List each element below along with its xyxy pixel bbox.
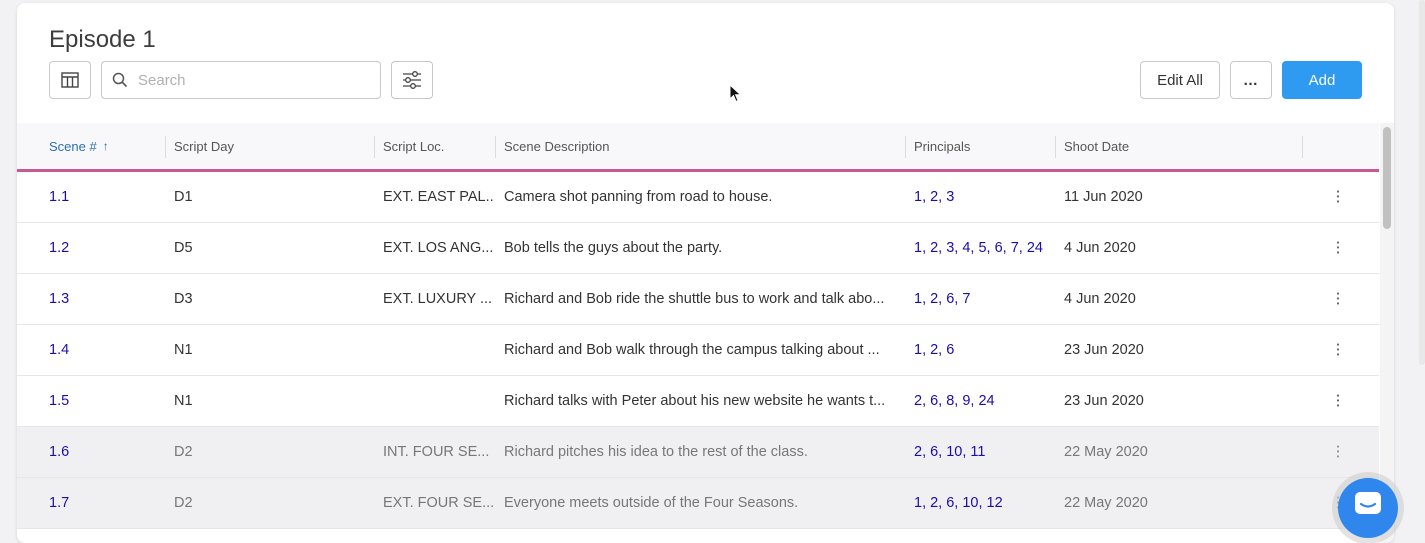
table-row[interactable]: 1.2 D5 EXT. LOS ANG... Bob tells the guy… xyxy=(17,223,1379,274)
table-columns-icon xyxy=(61,72,79,88)
script-loc-cell: EXT. FOUR SE... xyxy=(383,495,493,511)
scene-description-text: Richard and Bob ride the shuttle bus to … xyxy=(504,291,885,307)
column-divider[interactable] xyxy=(905,136,906,158)
script-day-cell: N1 xyxy=(174,342,193,358)
principals-links[interactable]: 1, 2, 6 xyxy=(914,325,1054,375)
column-header-scene-description[interactable]: Scene Description xyxy=(504,123,610,169)
scene-number-link[interactable]: 1.4 xyxy=(49,325,159,375)
shoot-date-cell: 4 Jun 2020 xyxy=(1064,291,1136,307)
scene-description-cell: Bob tells the guys about the party. xyxy=(504,223,896,273)
principals-links[interactable]: 1, 2, 3, 4, 5, 6, 7, 24 xyxy=(914,223,1054,273)
scene-number-link[interactable]: 1.3 xyxy=(49,274,159,324)
script-day-cell: D5 xyxy=(174,240,193,256)
row-menu-icon[interactable]: ⋮ xyxy=(1327,376,1349,426)
table-row[interactable]: 1.6 D2 INT. FOUR SE... Richard pitches h… xyxy=(17,427,1379,478)
column-header-shoot-date[interactable]: Shoot Date xyxy=(1064,123,1129,169)
episode-card: Episode 1 Edit All … Add Scene # xyxy=(17,3,1394,543)
scene-number-link[interactable]: 1.6 xyxy=(49,427,159,477)
scene-number-link[interactable]: 1.2 xyxy=(49,223,159,273)
table-row[interactable]: 1.5 N1 Richard talks with Peter about hi… xyxy=(17,376,1379,427)
sort-ascending-icon: ↑ xyxy=(102,139,109,153)
table-row[interactable]: 1.3 D3 EXT. LUXURY ... Richard and Bob r… xyxy=(17,274,1379,325)
column-header-script-day[interactable]: Script Day xyxy=(174,123,234,169)
scene-description-cell: Everyone meets outside of the Four Seaso… xyxy=(504,478,896,528)
principals-links[interactable]: 1, 2, 3 xyxy=(914,172,1054,222)
column-header-principals[interactable]: Principals xyxy=(914,123,970,169)
script-day-cell: D2 xyxy=(174,444,193,460)
scene-description-text: Bob tells the guys about the party. xyxy=(504,240,723,256)
filter-button[interactable] xyxy=(391,61,433,99)
row-menu-icon[interactable]: ⋮ xyxy=(1327,427,1349,477)
search-field[interactable] xyxy=(101,61,381,99)
shoot-date-cell: 11 Jun 2020 xyxy=(1064,189,1143,205)
script-loc-cell: INT. FOUR SE... xyxy=(383,444,490,460)
scene-description-text: Richard and Bob walk through the campus … xyxy=(504,342,880,358)
table-scrollbar-thumb[interactable] xyxy=(1383,127,1391,229)
column-divider[interactable] xyxy=(1302,136,1303,158)
chat-icon xyxy=(1355,492,1381,514)
search-icon xyxy=(112,72,128,88)
column-divider[interactable] xyxy=(495,136,496,158)
shoot-date-cell: 23 Jun 2020 xyxy=(1064,393,1144,409)
columns-button[interactable] xyxy=(49,61,91,99)
scene-number-link[interactable]: 1.1 xyxy=(49,172,159,222)
add-button[interactable]: Add xyxy=(1282,61,1362,99)
column-divider[interactable] xyxy=(1055,136,1056,158)
shoot-date-cell: 23 Jun 2020 xyxy=(1064,342,1144,358)
scene-number-link[interactable]: 1.7 xyxy=(49,478,159,528)
search-input[interactable] xyxy=(136,70,360,90)
table-row[interactable]: 1.1 D1 EXT. EAST PAL... Camera shot pann… xyxy=(17,172,1379,223)
script-loc-cell xyxy=(383,325,493,375)
table-row[interactable]: 1.4 N1 Richard and Bob walk through the … xyxy=(17,325,1379,376)
more-options-button[interactable]: … xyxy=(1230,61,1272,99)
row-menu-icon[interactable]: ⋮ xyxy=(1327,223,1349,273)
column-header-scene[interactable]: Scene # ↑ xyxy=(49,123,109,169)
scene-description-cell: Richard and Bob walk through the campus … xyxy=(504,325,896,375)
script-day-cell: N1 xyxy=(174,393,193,409)
table-body: 1.1 D1 EXT. EAST PAL... Camera shot pann… xyxy=(17,172,1379,529)
scene-description-text: Richard pitches his idea to the rest of … xyxy=(504,444,808,460)
scene-description-cell: Camera shot panning from road to house. xyxy=(504,172,896,222)
script-day-cell: D3 xyxy=(174,291,193,307)
row-menu-icon[interactable]: ⋮ xyxy=(1327,274,1349,324)
scene-description-text: Camera shot panning from road to house. xyxy=(504,189,773,205)
row-menu-icon[interactable]: ⋮ xyxy=(1327,172,1349,222)
row-menu-icon[interactable]: ⋮ xyxy=(1327,325,1349,375)
scene-number-link[interactable]: 1.5 xyxy=(49,376,159,426)
table-row[interactable]: 1.7 D2 EXT. FOUR SE... Everyone meets ou… xyxy=(17,478,1379,529)
edit-all-button[interactable]: Edit All xyxy=(1140,61,1220,99)
scene-description-text: Everyone meets outside of the Four Seaso… xyxy=(504,495,799,511)
table-scrollbar[interactable] xyxy=(1380,123,1394,543)
script-loc-cell xyxy=(383,376,493,426)
scene-description-text: Richard talks with Peter about his new w… xyxy=(504,393,886,409)
scene-description-cell: Richard and Bob ride the shuttle bus to … xyxy=(504,274,896,324)
scene-description-cell: Richard talks with Peter about his new w… xyxy=(504,376,896,426)
script-day-cell: D1 xyxy=(174,189,193,205)
mouse-cursor-icon xyxy=(729,84,742,103)
table-header: Scene # ↑ Script Day Script Loc. Scene D… xyxy=(17,123,1379,172)
principals-links[interactable]: 1, 2, 6, 7 xyxy=(914,274,1054,324)
script-loc-cell: EXT. LUXURY ... xyxy=(383,291,493,307)
sliders-icon xyxy=(403,71,421,89)
shoot-date-cell: 4 Jun 2020 xyxy=(1064,240,1136,256)
principals-links[interactable]: 1, 2, 6, 10, 12 xyxy=(914,478,1054,528)
column-divider[interactable] xyxy=(374,136,375,158)
chat-launcher-button[interactable] xyxy=(1338,478,1398,538)
page-title: Episode 1 xyxy=(49,26,156,53)
page-scrollbar[interactable] xyxy=(1419,0,1425,365)
principals-links[interactable]: 2, 6, 8, 9, 24 xyxy=(914,376,1054,426)
shoot-date-cell: 22 May 2020 xyxy=(1064,495,1148,511)
script-loc-cell: EXT. EAST PAL... xyxy=(383,189,493,205)
column-label-scene: Scene # xyxy=(49,138,97,154)
principals-links[interactable]: 2, 6, 10, 11 xyxy=(914,427,1054,477)
scene-description-cell: Richard pitches his idea to the rest of … xyxy=(504,427,896,477)
column-divider[interactable] xyxy=(165,136,166,158)
column-header-script-loc[interactable]: Script Loc. xyxy=(383,123,444,169)
script-day-cell: D2 xyxy=(174,495,193,511)
script-loc-cell: EXT. LOS ANG... xyxy=(383,240,493,256)
shoot-date-cell: 22 May 2020 xyxy=(1064,444,1148,460)
